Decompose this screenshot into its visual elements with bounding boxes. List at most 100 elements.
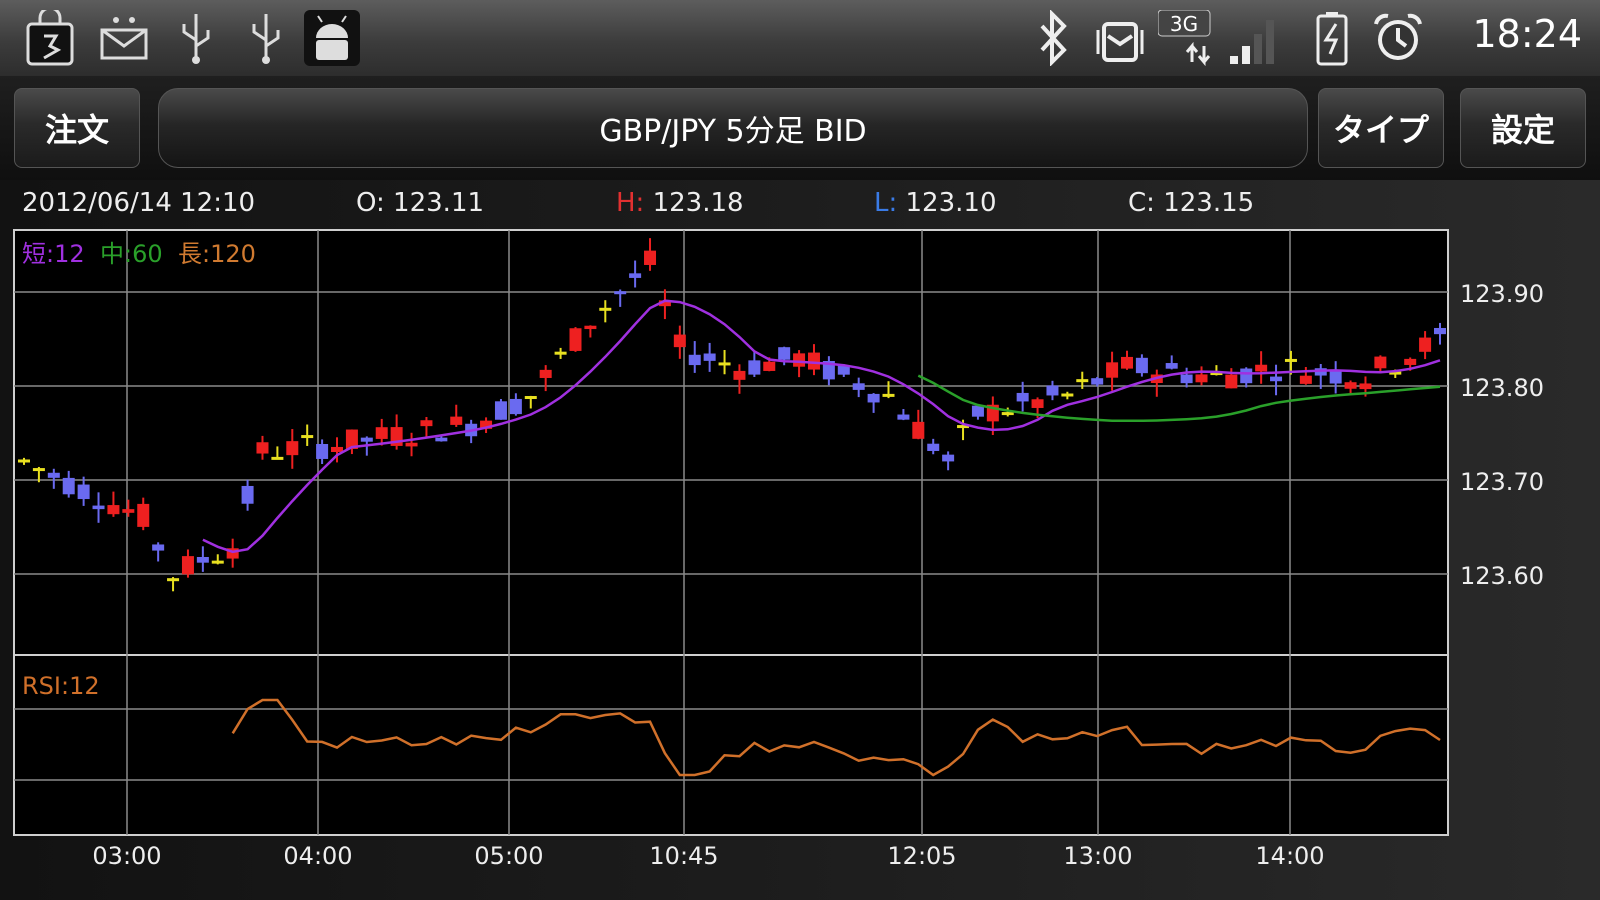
legend-mid: 中:60 <box>100 240 163 268</box>
candle-body <box>629 273 642 278</box>
legend-short-text: 短:12 <box>22 240 85 268</box>
candle-body <box>107 505 120 515</box>
candle-body <box>196 556 209 563</box>
candle-body <box>599 307 612 311</box>
candle-body <box>778 347 791 360</box>
candle-body <box>405 442 418 447</box>
candle-body <box>1240 368 1253 384</box>
candle-body <box>152 544 165 551</box>
candle-body <box>181 556 194 575</box>
candle-body <box>882 393 895 397</box>
x-tick-label: 14:00 <box>1255 842 1324 870</box>
y-tick-label: 123.90 <box>1460 280 1544 308</box>
candle-body <box>1165 363 1178 369</box>
y-tick-label: 123.70 <box>1460 468 1544 496</box>
legend-long: 長:120 <box>178 240 256 268</box>
candle-body <box>137 503 150 527</box>
candle-body <box>1284 358 1297 362</box>
candle-body <box>1299 375 1312 384</box>
legend-long-text: 長:120 <box>178 240 256 268</box>
candle-body <box>1359 383 1372 390</box>
candle-body <box>62 477 75 495</box>
candle-body <box>450 416 463 425</box>
candle-body <box>1046 385 1059 396</box>
candle-body <box>927 443 940 451</box>
x-tick-label: 13:00 <box>1063 842 1132 870</box>
candle-body <box>375 427 388 439</box>
x-tick-label: 10:45 <box>649 842 718 870</box>
candle-body <box>897 414 910 420</box>
candle-body <box>852 383 865 390</box>
candle-body <box>942 454 955 462</box>
candle-body <box>211 560 224 564</box>
candle-body <box>1091 378 1104 385</box>
candle-body <box>763 361 776 371</box>
y-tick-label: 123.60 <box>1460 562 1544 590</box>
legend-short: 短:12 <box>22 240 85 268</box>
candle-body <box>47 472 60 478</box>
candle-body <box>748 360 761 375</box>
candle-body <box>331 446 344 452</box>
candle-body <box>167 578 180 582</box>
candle-body <box>807 352 820 370</box>
candle-body <box>1061 393 1074 397</box>
candle-body <box>554 351 567 355</box>
candle-body <box>241 485 254 504</box>
candle-body <box>614 291 627 295</box>
candle-body <box>1031 399 1044 408</box>
candle-body <box>18 459 30 463</box>
y-tick-label: 123.80 <box>1460 374 1544 402</box>
candle-body <box>1374 356 1387 369</box>
candle-body <box>1404 358 1417 365</box>
candle-body <box>867 393 880 403</box>
candle-body <box>673 334 686 348</box>
candle-body <box>316 443 329 459</box>
candle-body <box>509 398 522 415</box>
candle-body <box>733 370 746 380</box>
candle-body <box>1344 382 1357 389</box>
candle-body <box>1419 337 1432 352</box>
candle-body <box>912 421 925 439</box>
candle-body <box>971 405 984 417</box>
candle-body <box>1180 374 1193 384</box>
candle-body <box>524 396 537 400</box>
candle-body <box>77 484 90 500</box>
x-tick-label: 12:05 <box>887 842 956 870</box>
candlestick-chart[interactable]: 123.90 123.80 123.70 123.60 03:00 04:00 05:00 1… <box>0 0 1600 900</box>
candle-body <box>92 505 105 510</box>
candle-body <box>718 362 731 366</box>
candle-body <box>301 435 314 439</box>
candle-body <box>271 456 284 460</box>
candle-body <box>360 437 373 442</box>
candle-body <box>1329 370 1342 384</box>
candle-body <box>1135 357 1148 374</box>
candle-body <box>1225 374 1238 389</box>
candle-body <box>1001 412 1014 416</box>
candle-body <box>494 401 507 420</box>
x-tick-label: 05:00 <box>474 842 543 870</box>
candle-body <box>584 325 597 330</box>
candle-body <box>435 437 448 442</box>
candle-body <box>1255 364 1268 372</box>
candle-body <box>1106 362 1119 378</box>
candle-body <box>1076 379 1089 383</box>
candle-body <box>569 328 582 351</box>
candle-body <box>122 509 135 513</box>
candle-body <box>1434 327 1446 335</box>
candle-body <box>688 354 701 366</box>
candle-body <box>1270 376 1283 382</box>
x-tick-label: 03:00 <box>92 842 161 870</box>
candle-body <box>793 353 806 367</box>
candle-body <box>539 369 552 378</box>
rsi-label: RSI:12 <box>22 672 100 700</box>
candle-body <box>644 250 657 265</box>
legend-mid-text: 中:60 <box>100 240 163 268</box>
candle-body <box>703 353 716 361</box>
candle-body <box>32 468 45 472</box>
candle-body <box>420 420 433 427</box>
chart-grid <box>13 229 1449 836</box>
candle-body <box>256 442 269 454</box>
candle-body <box>1195 374 1208 383</box>
candle-body <box>286 441 299 456</box>
candle-body <box>1016 392 1029 402</box>
